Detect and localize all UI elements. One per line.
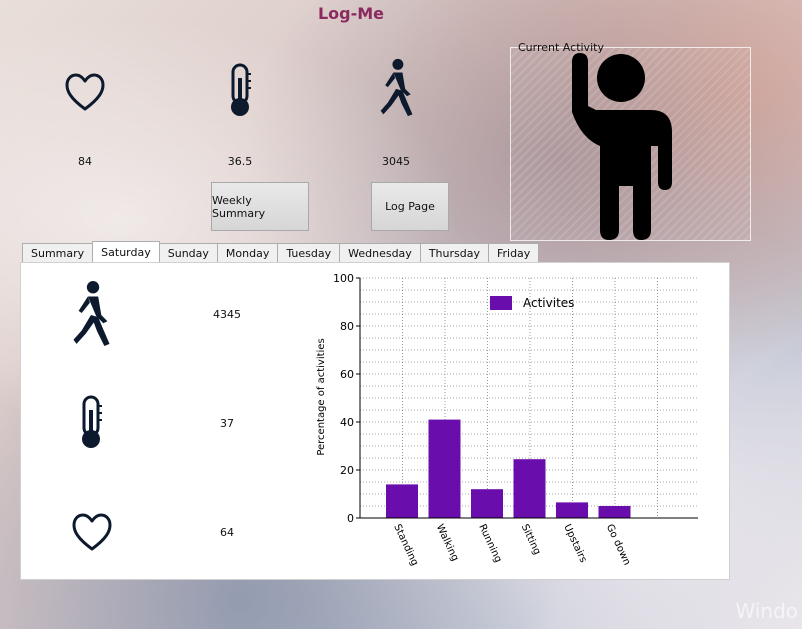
app-title: Log-Me (317, 4, 385, 23)
temperature-value: 36.5 (227, 155, 253, 168)
x-tick-label: Sitting (519, 523, 543, 557)
y-tick-label: 20 (340, 464, 354, 477)
bar-sitting (513, 459, 546, 518)
chart-axes: Standing Walking Running Sitting Upstairs Go … (333, 272, 698, 568)
chart-y-axis-label: Percentage of activities (316, 338, 327, 455)
steps-value: 3045 (382, 155, 410, 168)
x-tick-label: Walking (434, 523, 461, 563)
day-temperature-value: 37 (220, 417, 234, 430)
x-tick-label: Standing (391, 523, 420, 568)
person-waving-icon (572, 53, 672, 240)
y-tick-label: 0 (347, 512, 354, 525)
bar-standing (386, 484, 418, 518)
bar-running (471, 489, 503, 518)
tab-thursday[interactable]: Thursday (419, 243, 489, 263)
day-steps-value: 4345 (213, 308, 241, 321)
windows-watermark: Windo (735, 599, 799, 623)
y-tick-label: 100 (333, 272, 354, 285)
y-tick-label: 40 (340, 416, 354, 429)
tab-wednesday[interactable]: Wednesday (339, 243, 421, 263)
day-tabs: Summary Saturday Sunday Monday Tuesday W… (22, 241, 540, 263)
weekly-summary-button[interactable]: Weekly Summary (211, 182, 309, 231)
thermometer-icon (82, 395, 102, 448)
bar-walking (428, 419, 461, 518)
tab-saturday[interactable]: Saturday (92, 241, 160, 263)
x-tick-label: Go down (604, 523, 633, 568)
legend-swatch (490, 296, 512, 310)
tab-monday[interactable]: Monday (216, 243, 279, 263)
heart-icon (72, 513, 112, 551)
x-tick-label: Running (476, 523, 503, 565)
log-page-button[interactable]: Log Page (371, 182, 449, 231)
legend-label: Activites (523, 296, 574, 310)
tab-sunday[interactable]: Sunday (158, 243, 218, 263)
tab-friday[interactable]: Friday (487, 243, 540, 263)
activities-chart: Standing Walking Running Sitting Upstairs Go … (316, 272, 698, 568)
y-tick-label: 60 (340, 368, 354, 381)
heart-icon (65, 73, 105, 111)
chart-bars (386, 419, 631, 518)
bar-go-down (598, 506, 631, 518)
walking-icon (380, 58, 413, 117)
walking-icon (73, 281, 110, 346)
tab-tuesday[interactable]: Tuesday (277, 243, 341, 263)
y-tick-label: 80 (340, 320, 354, 333)
day-heart-rate-value: 64 (220, 526, 234, 539)
bar-upstairs (556, 502, 588, 518)
x-tick-label: Upstairs (561, 523, 588, 565)
thermometer-icon (231, 63, 251, 116)
heart-rate-value: 84 (78, 155, 92, 168)
tab-summary[interactable]: Summary (22, 243, 94, 263)
chart-legend: Activites (490, 296, 574, 310)
